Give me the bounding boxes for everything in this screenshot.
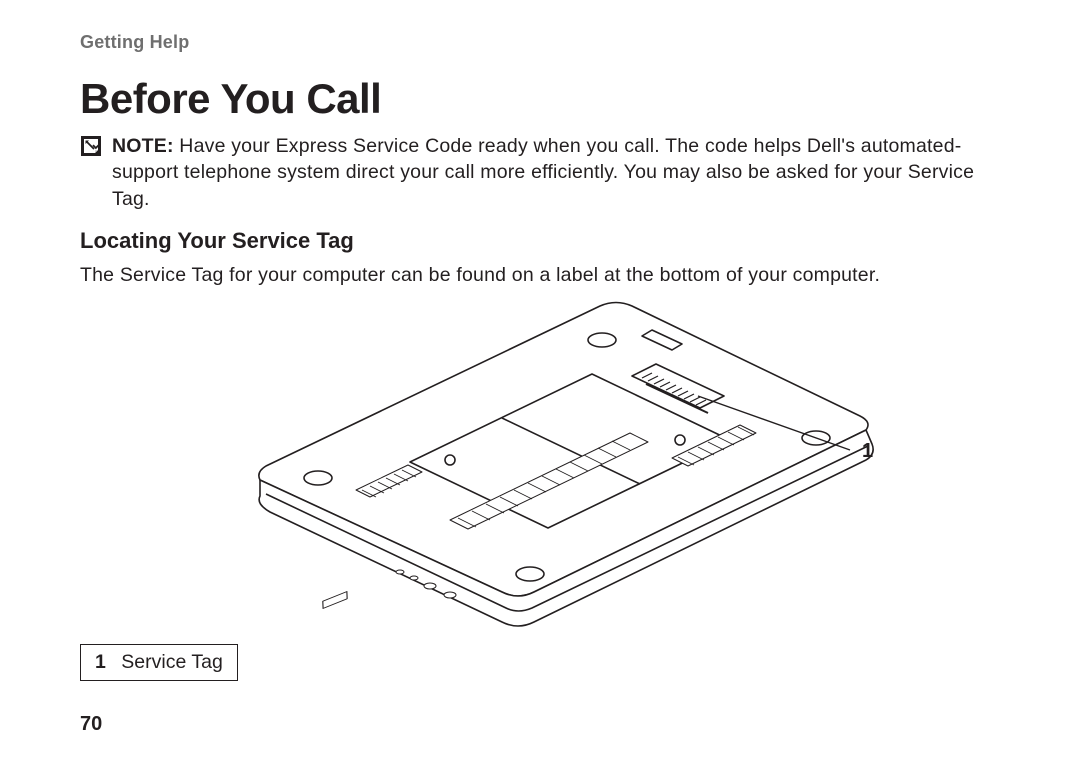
legend-cell: 1 Service Tag [81,645,238,681]
figure-legend: 1 Service Tag [80,644,238,681]
callout-1: 1 [862,440,873,463]
laptop-bottom-illustration [200,290,900,640]
note-label: NOTE: [112,135,174,157]
service-tag-figure: 1 [80,290,1000,640]
page-heading: Before You Call [80,75,1000,123]
note-body: Have your Express Service Code ready whe… [112,135,974,210]
legend-label: Service Tag [121,651,223,673]
note-text: NOTE: Have your Express Service Code rea… [112,133,1000,212]
section-body: The Service Tag for your computer can be… [80,262,1000,288]
legend-row: 1 Service Tag [81,645,238,681]
legend-number: 1 [95,651,116,673]
chapter-title: Getting Help [80,32,1000,53]
note-icon [80,135,102,157]
document-page: Getting Help Before You Call NOTE: Have … [0,0,1080,766]
page-number: 70 [80,713,102,736]
note-block: NOTE: Have your Express Service Code rea… [80,133,1000,212]
section-subheading: Locating Your Service Tag [80,228,1000,254]
